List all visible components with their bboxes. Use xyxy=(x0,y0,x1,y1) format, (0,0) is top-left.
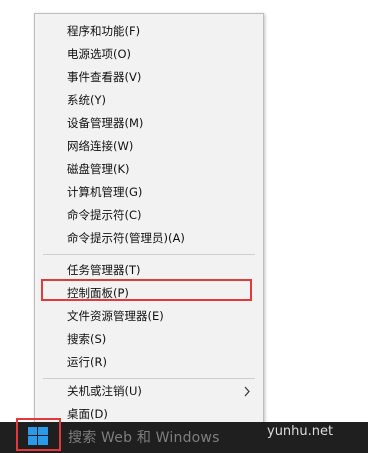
screenshot: 程序和功能(F) 电源选项(O) 事件查看器(V) 系统(Y) 设备管理器(M)… xyxy=(0,0,368,453)
menu-item-label: 关机或注销(U) xyxy=(67,384,142,398)
chevron-right-icon xyxy=(243,380,251,403)
menu-item-label: 网络连接(W) xyxy=(67,139,134,153)
taskbar-search-box[interactable]: 搜索 Web 和 Windows xyxy=(68,427,220,447)
menu-item-label: 设备管理器(M) xyxy=(67,116,144,130)
menu-separator xyxy=(43,254,255,255)
menu-item-command-prompt-admin[interactable]: 命令提示符(管理员)(A) xyxy=(35,227,263,250)
menu-item-label: 搜索(S) xyxy=(67,332,107,346)
menu-item-label: 命令提示符(C) xyxy=(67,208,142,222)
windows-logo-icon xyxy=(28,427,48,445)
menu-item-label: 命令提示符(管理员)(A) xyxy=(67,231,185,245)
menu-item-file-explorer[interactable]: 文件资源管理器(E) xyxy=(35,305,263,328)
menu-item-computer-management[interactable]: 计算机管理(G) xyxy=(35,181,263,204)
menu-item-programs-features[interactable]: 程序和功能(F) xyxy=(35,20,263,43)
menu-item-system[interactable]: 系统(Y) xyxy=(35,89,263,112)
menu-item-power-options[interactable]: 电源选项(O) xyxy=(35,43,263,66)
menu-item-device-manager[interactable]: 设备管理器(M) xyxy=(35,112,263,135)
menu-item-network-connections[interactable]: 网络连接(W) xyxy=(35,135,263,158)
menu-item-label: 事件查看器(V) xyxy=(67,70,142,84)
watermark-text: yunhu.net xyxy=(267,424,334,439)
control-panel-highlight-box xyxy=(41,279,252,301)
menu-item-shutdown-signout[interactable]: 关机或注销(U) xyxy=(35,380,263,403)
menu-item-disk-management[interactable]: 磁盘管理(K) xyxy=(35,158,263,181)
menu-item-run[interactable]: 运行(R) xyxy=(35,351,263,374)
menu-item-label: 电源选项(O) xyxy=(67,47,132,61)
menu-item-command-prompt[interactable]: 命令提示符(C) xyxy=(35,204,263,227)
menu-item-event-viewer[interactable]: 事件查看器(V) xyxy=(35,66,263,89)
winx-context-menu: 程序和功能(F) 电源选项(O) 事件查看器(V) 系统(Y) 设备管理器(M)… xyxy=(34,13,264,425)
menu-separator xyxy=(43,378,255,379)
menu-item-label: 运行(R) xyxy=(67,355,107,369)
menu-item-label: 系统(Y) xyxy=(67,93,106,107)
menu-item-label: 文件资源管理器(E) xyxy=(67,309,164,323)
menu-item-label: 计算机管理(G) xyxy=(67,185,143,199)
start-button[interactable] xyxy=(16,418,61,451)
menu-item-label: 程序和功能(F) xyxy=(67,24,141,38)
menu-item-search[interactable]: 搜索(S) xyxy=(35,328,263,351)
menu-item-label: 磁盘管理(K) xyxy=(67,162,130,176)
